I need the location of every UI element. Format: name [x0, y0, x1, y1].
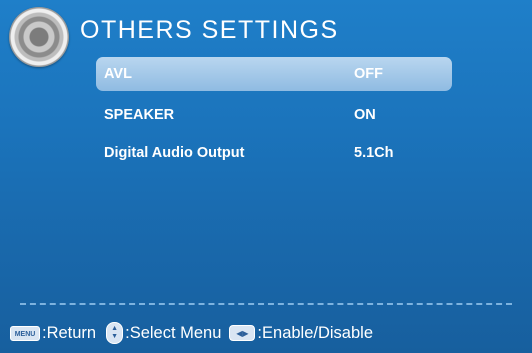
menu-item-digital-audio-output[interactable]: Digital Audio Output 5.1Ch — [96, 136, 452, 170]
footer-hint-bar: MENU :Return ▲ ▼ :Select Menu ◀▶ :Enable/… — [10, 318, 373, 348]
menu-item-value[interactable]: ON — [354, 107, 376, 123]
left-right-key-icon: ◀▶ — [229, 325, 256, 341]
menu-item-speaker[interactable]: SPEAKER ON — [96, 98, 452, 132]
menu-item-label: AVL — [104, 66, 132, 82]
enable-disable-hint: :Enable/Disable — [257, 323, 373, 342]
page-title: OTHERS SETTINGS — [80, 16, 339, 44]
menu-item-label: Digital Audio Output — [104, 145, 245, 161]
osd-screen: OTHERS SETTINGS AVL OFF SPEAKER ON Digit… — [0, 0, 532, 353]
select-menu-hint: :Select Menu — [125, 323, 222, 342]
menu-item-label: SPEAKER — [104, 107, 175, 123]
speaker-icon — [9, 7, 69, 67]
return-hint: :Return — [42, 323, 97, 342]
menu-item-value[interactable]: 5.1Ch — [354, 145, 394, 161]
menu-item-avl[interactable]: AVL OFF — [96, 57, 452, 91]
footer-divider — [20, 303, 512, 305]
menu-key-icon: MENU — [10, 325, 40, 341]
menu-item-value[interactable]: OFF — [354, 66, 383, 82]
up-down-key-icon: ▲ ▼ — [106, 322, 124, 344]
